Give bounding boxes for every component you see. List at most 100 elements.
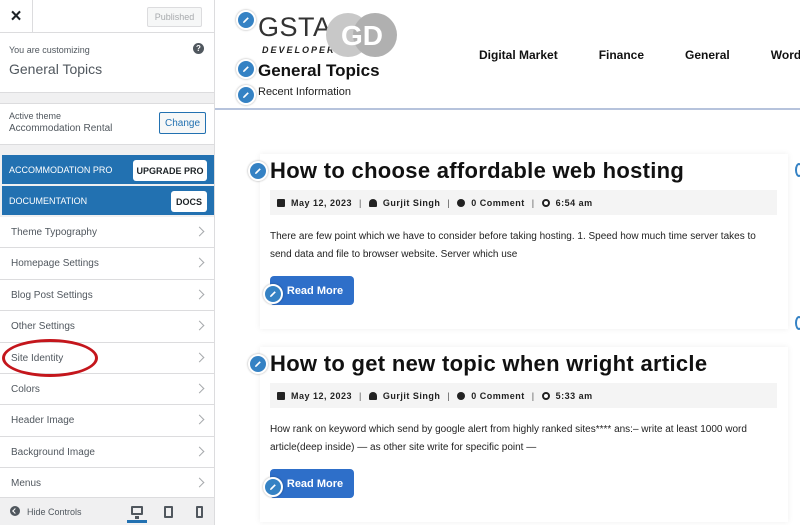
edit-read-more-pencil-icon[interactable] (263, 477, 283, 497)
post-excerpt: How rank on keyword which send by google… (270, 424, 747, 453)
post-date[interactable]: May 12, 2023 (291, 391, 352, 401)
chevron-right-icon (194, 352, 205, 363)
calendar-icon (277, 391, 285, 400)
close-customizer-button[interactable]: × (0, 0, 33, 33)
customizing-section-title: General Topics (9, 61, 103, 77)
post-card: How to get new topic when wright article… (260, 347, 788, 522)
post-excerpt: There are few point which we have to con… (270, 231, 756, 260)
desktop-icon (131, 506, 143, 519)
docs-button[interactable]: DOCS (171, 191, 207, 212)
sidebar-item-homepage-settings[interactable]: Homepage Settings (0, 248, 214, 280)
hide-controls-button[interactable]: Hide Controls (27, 507, 82, 517)
customizing-label: You are customizing (9, 45, 90, 55)
sidebar-item-colors[interactable]: Colors (0, 373, 214, 406)
clock-icon (541, 198, 550, 207)
primary-navigation: Digital Market Finance General WordPress (479, 48, 800, 62)
comment-icon (457, 198, 466, 207)
post-time: 6:54 am (555, 197, 593, 208)
logo-mark-text: GD (341, 20, 383, 51)
mobile-icon (195, 506, 203, 518)
sidebar-item-other-settings[interactable]: Other Settings (0, 311, 214, 343)
chevron-right-icon (194, 477, 205, 488)
meta-separator: | (359, 197, 362, 208)
chevron-right-icon (194, 320, 205, 331)
preview-mobile-button[interactable] (189, 501, 209, 523)
sidebar-item-label: Blog Post Settings (11, 289, 93, 301)
meta-separator: | (531, 197, 535, 208)
edit-tagline-pencil-icon[interactable] (236, 85, 256, 105)
sidebar-item-label: Theme Typography (11, 227, 97, 238)
promo-label: ACCOMMODATION PRO (9, 165, 113, 175)
sidebar-item-label: Other Settings (11, 321, 75, 333)
edit-sidebar-pencil-icon[interactable] (795, 316, 800, 330)
upgrade-pro-button[interactable]: UPGRADE PRO (133, 160, 207, 181)
promo-accommodation-pro: ACCOMMODATION PRO UPGRADE PRO (2, 155, 214, 184)
customizer-header: × Published (0, 0, 214, 33)
active-theme-panel: Active theme Accommodation Rental Change (0, 103, 214, 145)
site-title[interactable]: General Topics (258, 61, 380, 81)
sidebar-item-menus[interactable]: Menus (0, 468, 214, 500)
post-meta: May 12, 2023 | Gurjit Singh | 0 Comment … (270, 190, 777, 215)
edit-post-pencil-icon[interactable] (248, 161, 268, 181)
sidebar-item-blog-post-settings[interactable]: Blog Post Settings (0, 279, 214, 312)
preview-desktop-button[interactable] (127, 501, 147, 523)
post-title[interactable]: How to get new topic when wright article (270, 351, 707, 377)
edit-logo-pencil-icon[interactable] (236, 10, 256, 30)
meta-separator: | (447, 390, 451, 401)
post-card: How to choose affordable web hosting May… (260, 154, 788, 329)
post-time: 5:33 am (555, 390, 593, 401)
sidebar-item-label: Header Image (11, 415, 75, 427)
site-preview: GSTA DEVELOPER GD General Topics Recent … (215, 0, 800, 525)
user-icon (368, 198, 377, 207)
sidebar-item-label: Colors (11, 383, 40, 395)
active-theme-name: Accommodation Rental (9, 123, 113, 134)
edit-post-pencil-icon[interactable] (248, 354, 268, 374)
chevron-right-icon (194, 383, 205, 394)
chevron-right-icon (194, 289, 205, 300)
site-logo-text[interactable]: GSTA (258, 12, 332, 43)
sidebar-item-background-image[interactable]: Background Image (0, 436, 214, 469)
edit-sidebar-pencil-icon[interactable] (795, 163, 800, 177)
calendar-icon (277, 198, 285, 207)
post-comments[interactable]: 0 Comment (471, 198, 525, 208)
preview-tablet-button[interactable] (158, 501, 178, 523)
nav-item-digital-market[interactable]: Digital Market (479, 48, 558, 62)
post-comments[interactable]: 0 Comment (471, 391, 525, 401)
help-icon[interactable]: ? (193, 43, 204, 54)
promo-label: DOCUMENTATION (9, 196, 88, 206)
customizing-info: You are customizing General Topics ? (0, 33, 214, 93)
edit-site-title-pencil-icon[interactable] (236, 59, 256, 79)
nav-item-finance[interactable]: Finance (599, 48, 644, 62)
sidebar-item-header-image[interactable]: Header Image (0, 405, 214, 437)
nav-item-general[interactable]: General (685, 48, 730, 62)
active-theme-label: Active theme (9, 111, 62, 121)
customizer-footer: Hide Controls (0, 497, 214, 525)
sidebar-item-label: Homepage Settings (11, 258, 99, 270)
sidebar-item-theme-typography[interactable]: Theme Typography (0, 217, 214, 249)
site-tagline: Recent Information (258, 86, 351, 98)
hide-controls-icon[interactable] (10, 506, 20, 516)
post-date[interactable]: May 12, 2023 (291, 198, 352, 208)
post-author[interactable]: Gurjit Singh (383, 198, 441, 208)
promo-documentation: DOCUMENTATION DOCS (2, 186, 214, 215)
customizer-sidebar: × Published You are customizing General … (0, 0, 215, 525)
change-theme-button[interactable]: Change (159, 112, 206, 134)
sidebar-item-label: Menus (11, 478, 42, 490)
edit-read-more-pencil-icon[interactable] (263, 284, 283, 304)
meta-separator: | (447, 197, 451, 208)
site-header: GSTA DEVELOPER GD General Topics Recent … (215, 0, 800, 110)
tablet-icon (163, 506, 173, 518)
published-button[interactable]: Published (147, 7, 202, 27)
meta-separator: | (359, 390, 362, 401)
meta-separator: | (531, 390, 535, 401)
post-title[interactable]: How to choose affordable web hosting (270, 158, 684, 184)
chevron-right-icon (194, 257, 205, 268)
post-meta: May 12, 2023 | Gurjit Singh | 0 Comment … (270, 383, 777, 408)
close-icon: × (10, 5, 22, 27)
site-identity-highlight-circle (2, 339, 98, 377)
comment-icon (457, 391, 466, 400)
sidebar-item-label: Background Image (11, 446, 95, 458)
user-icon (368, 391, 377, 400)
nav-item-wordpress[interactable]: WordPress (771, 48, 800, 62)
post-author[interactable]: Gurjit Singh (383, 391, 441, 401)
